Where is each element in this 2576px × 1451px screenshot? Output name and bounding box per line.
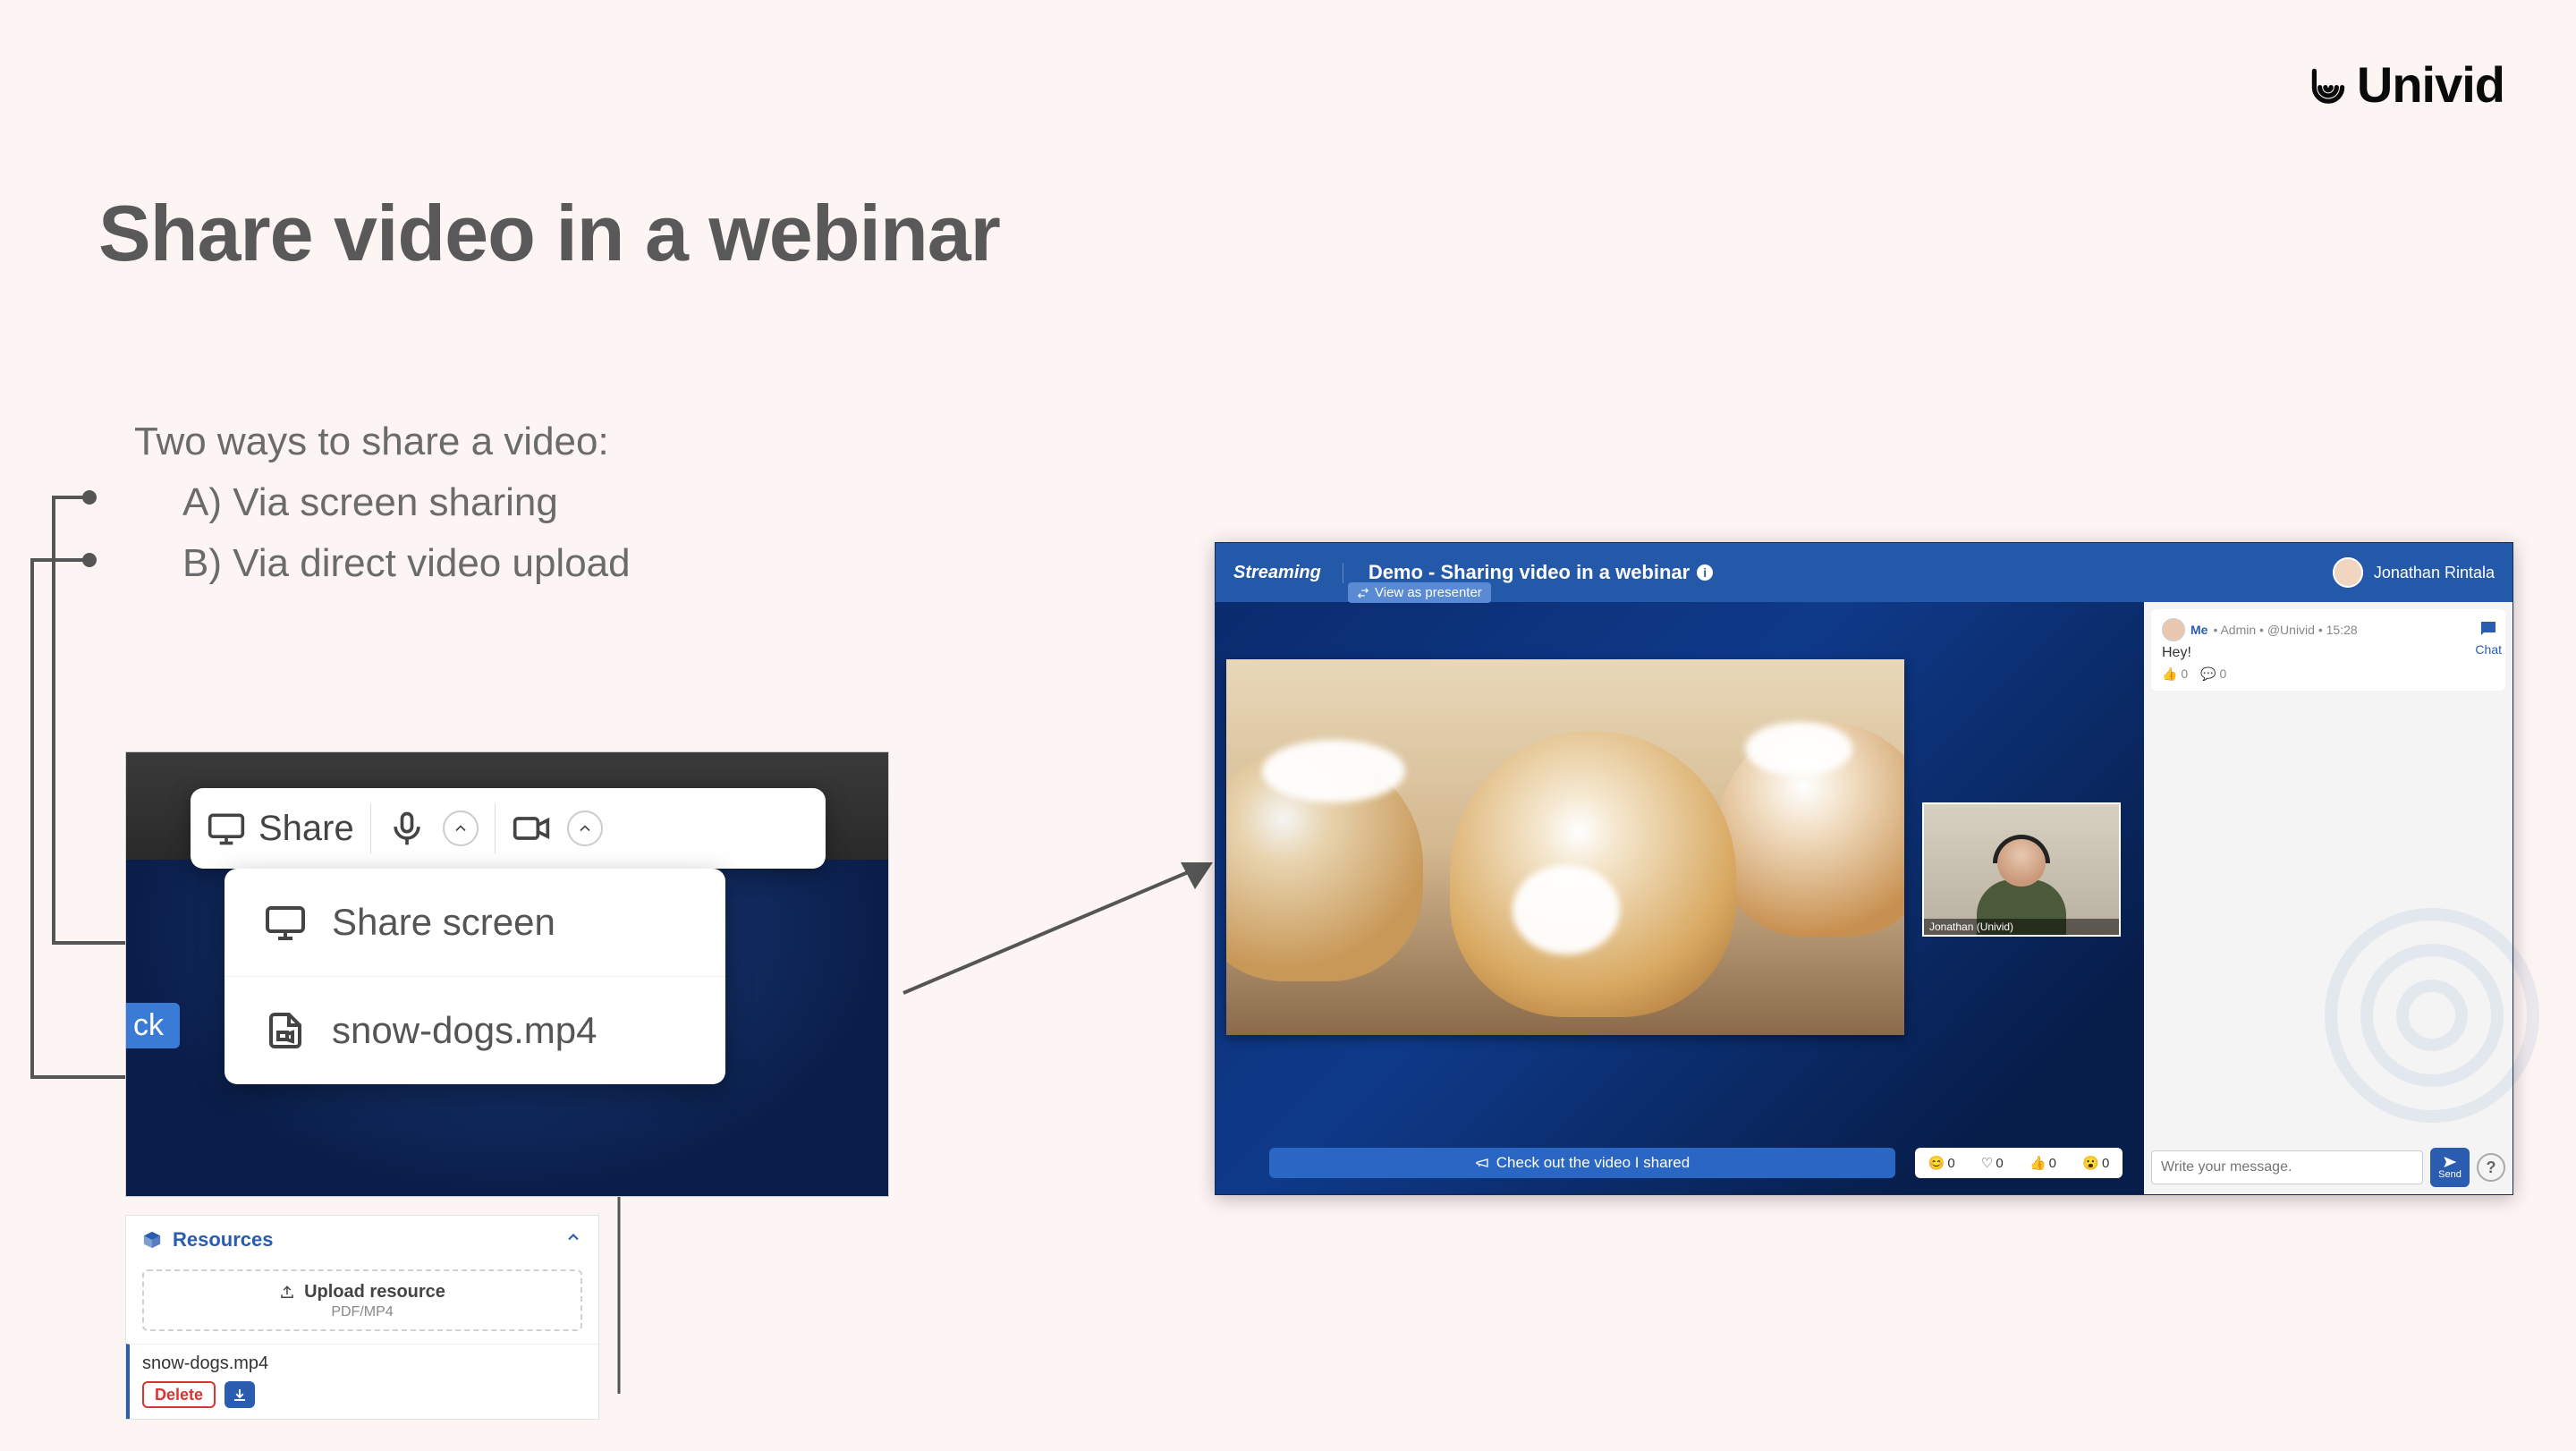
info-icon[interactable]: i (1697, 564, 1713, 581)
brand-logo: Univid (2305, 55, 2504, 114)
msg-reply-button[interactable]: 💬 0 (2200, 666, 2226, 682)
brand-mark-icon (2305, 62, 2351, 108)
chat-icon (2478, 618, 2499, 640)
swap-icon (1357, 587, 1369, 599)
message-input[interactable] (2151, 1150, 2423, 1184)
share-toolbar: Share (191, 788, 826, 869)
avatar (2162, 618, 2185, 641)
chevron-up-icon (576, 819, 594, 837)
help-button[interactable]: ? (2477, 1153, 2505, 1182)
monitor-icon (264, 901, 307, 944)
reaction-smile[interactable]: 😊0 (1928, 1155, 1955, 1171)
page-title: Share video in a webinar (98, 188, 1000, 279)
user-name: Jonathan Rintala (2374, 564, 2495, 582)
view-as-presenter-button[interactable]: View as presenter (1348, 582, 1491, 603)
upload-title: Upload resource (304, 1282, 445, 1303)
share-button-label: Share (258, 809, 354, 849)
send-button[interactable]: Send (2430, 1148, 2470, 1187)
send-icon (2443, 1155, 2457, 1169)
resource-file-name: snow-dogs.mp4 (142, 1353, 586, 1374)
resource-file-item: snow-dogs.mp4 Delete (126, 1344, 598, 1419)
reactions-bar: 😊0 ♡0 👍0 😮0 (1915, 1148, 2123, 1178)
share-screen-option[interactable]: Share screen (225, 869, 725, 976)
presenter-pip[interactable]: Jonathan (Univid) (1922, 802, 2121, 937)
upload-resource-button[interactable]: Upload resource PDF/MP4 (142, 1269, 582, 1331)
download-icon (232, 1387, 248, 1403)
share-popup: Share screen snow-dogs.mp4 (225, 869, 725, 1084)
resources-panel: Resources Upload resource PDF/MP4 snow-d… (125, 1215, 599, 1420)
webinar-window-screenshot: Streaming Demo - Sharing video in a webi… (1215, 542, 2513, 1195)
banner-message[interactable]: Check out the video I shared (1269, 1148, 1895, 1178)
share-screen-label: Share screen (332, 901, 555, 944)
mic-button[interactable] (387, 809, 427, 848)
chat-tab[interactable]: Chat (2475, 618, 2502, 657)
share-button[interactable]: Share (207, 809, 354, 849)
msg-meta: • Admin • @Univid • 15:28 (2213, 623, 2357, 637)
download-button[interactable] (225, 1381, 255, 1408)
camera-icon (512, 809, 551, 848)
reaction-thumbs-up[interactable]: 👍0 (2029, 1155, 2056, 1171)
pip-label: Jonathan (Univid) (1924, 919, 2119, 935)
avatar (2333, 557, 2363, 588)
msg-like-button[interactable]: 👍 0 (2162, 666, 2188, 682)
upload-icon (279, 1285, 295, 1301)
upload-subtitle: PDF/MP4 (144, 1304, 580, 1320)
brand-watermark (2325, 908, 2539, 1123)
intro-lead: Two ways to share a video: (134, 412, 631, 472)
box-icon (142, 1230, 162, 1250)
chevron-up-icon (564, 1228, 582, 1246)
video-file-icon (264, 1009, 307, 1052)
chat-message: Me • Admin • @Univid • 15:28 Hey! 👍 0 💬 … (2151, 609, 2505, 691)
compose-bar: Send ? (2151, 1148, 2505, 1187)
chat-sidebar: Chat Me • Admin • @Univid • 15:28 Hey! 👍… (2144, 602, 2512, 1194)
collapse-icon[interactable] (564, 1228, 582, 1252)
mic-options-button[interactable] (443, 810, 479, 846)
share-toolbar-screenshot: ck Share Share screen snow-dogs.mp4 (125, 751, 889, 1197)
msg-author: Me (2190, 623, 2207, 637)
reaction-wow[interactable]: 😮0 (2082, 1155, 2109, 1171)
partial-label: ck (126, 1003, 180, 1048)
streaming-badge: Streaming (1233, 563, 1343, 583)
camera-options-button[interactable] (567, 810, 603, 846)
delete-button[interactable]: Delete (142, 1381, 216, 1408)
msg-body: Hey! (2162, 645, 2495, 661)
resources-header[interactable]: Resources (126, 1216, 598, 1264)
share-file-label: snow-dogs.mp4 (332, 1009, 597, 1052)
monitor-icon (207, 809, 246, 848)
megaphone-icon (1475, 1156, 1489, 1170)
mic-icon (387, 809, 427, 848)
intro-option-a: A) Via screen sharing (182, 472, 631, 533)
webinar-title: Demo - Sharing video in a webinar i (1368, 561, 1713, 584)
reaction-heart[interactable]: ♡0 (1981, 1155, 2004, 1171)
user-badge[interactable]: Jonathan Rintala (2333, 557, 2495, 588)
share-file-option[interactable]: snow-dogs.mp4 (225, 976, 725, 1084)
intro-option-b: B) Via direct video upload (182, 533, 631, 594)
shared-video-frame (1226, 659, 1904, 1035)
camera-button[interactable] (512, 809, 551, 848)
chevron-up-icon (452, 819, 470, 837)
intro-text: Two ways to share a video: A) Via screen… (134, 412, 631, 595)
resources-title: Resources (173, 1228, 274, 1252)
brand-name: Univid (2357, 55, 2504, 114)
